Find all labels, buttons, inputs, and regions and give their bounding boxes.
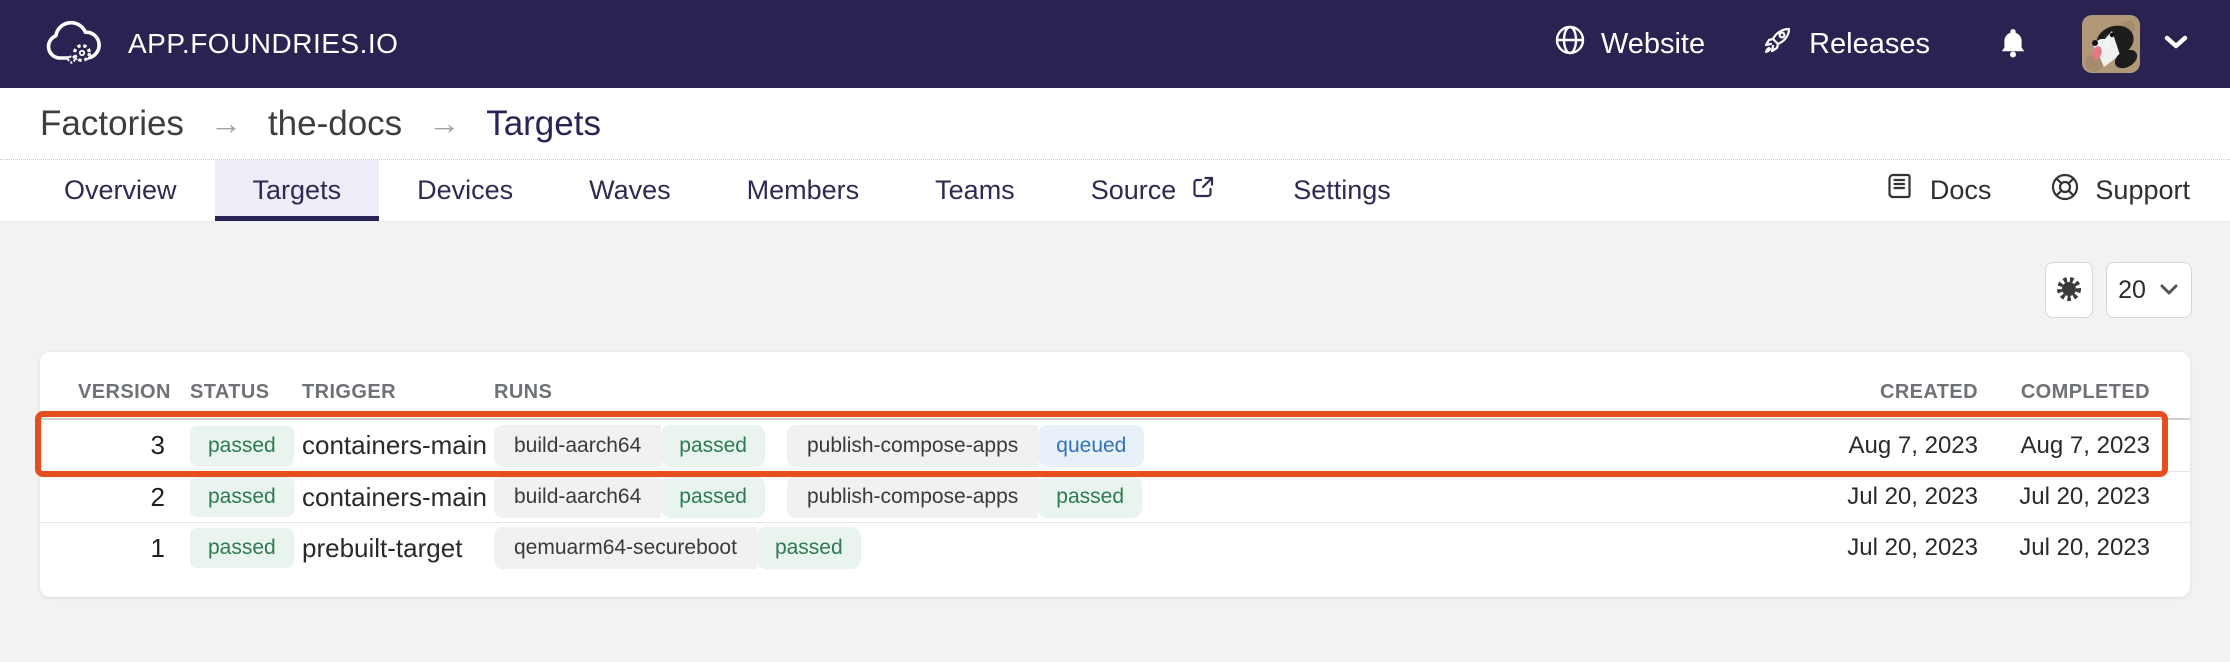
version-cell: 1 — [78, 533, 190, 564]
completed-cell: Aug 7, 2023 — [1978, 432, 2150, 460]
notifications-button[interactable] — [1996, 25, 2030, 64]
version-cell: 2 — [78, 482, 190, 513]
list-toolbar: 20 — [2045, 262, 2192, 318]
bell-icon — [1996, 25, 2030, 64]
runs-cell: build-aarch64 passed publish-compose-app… — [490, 476, 1818, 518]
run-status-badge: passed — [1038, 476, 1142, 518]
docs-label: Docs — [1930, 175, 1992, 206]
status-badge: passed — [190, 528, 294, 568]
navbar-right: Website Releases — [1553, 15, 2190, 73]
breadcrumb-item-the-docs[interactable]: the-docs — [268, 104, 402, 144]
support-button[interactable]: Support — [2049, 171, 2190, 210]
breadcrumb-separator-icon: → — [428, 105, 460, 142]
run-status-badge: queued — [1038, 425, 1144, 467]
run-status-badge: passed — [757, 527, 861, 569]
website-link[interactable]: Website — [1553, 23, 1705, 65]
tab-label: Waves — [589, 175, 671, 206]
top-navbar: APP.FOUNDRIES.IO Website — [0, 0, 2230, 88]
tab-label: Targets — [253, 175, 342, 206]
tab-label: Devices — [417, 175, 513, 206]
run-chip[interactable]: publish-compose-apps queued — [787, 425, 1144, 467]
docs-button[interactable]: Docs — [1884, 171, 1992, 210]
user-menu-chevron-icon[interactable] — [2162, 32, 2190, 57]
rocket-icon — [1761, 23, 1795, 65]
table-row-version-3[interactable]: 3 passed containers-main build-aarch64 p… — [40, 420, 2190, 471]
tab-actions: Docs Support — [1884, 160, 2190, 221]
status-badge: passed — [190, 426, 294, 466]
user-avatar[interactable] — [2082, 15, 2140, 73]
run-chip[interactable]: build-aarch64 passed — [494, 476, 765, 518]
run-chip[interactable]: publish-compose-apps passed — [787, 476, 1142, 518]
tab-source[interactable]: Source — [1053, 160, 1256, 221]
tab-targets[interactable]: Targets — [215, 160, 380, 221]
brand-title: APP.FOUNDRIES.IO — [128, 28, 398, 60]
run-name: qemuarm64-secureboot — [494, 527, 757, 569]
created-cell: Jul 20, 2023 — [1818, 483, 1978, 511]
book-icon — [1884, 171, 1916, 210]
targets-card: VERSION STATUS TRIGGER RUNS CREATED COMP… — [40, 352, 2190, 597]
completed-cell: Jul 20, 2023 — [1978, 534, 2150, 562]
breadcrumb-item-targets: Targets — [486, 104, 601, 144]
trigger-column-header: TRIGGER — [302, 381, 490, 404]
run-name: publish-compose-apps — [787, 476, 1038, 518]
table-row-version-2[interactable]: 2 passed containers-main build-aarch64 p… — [40, 471, 2190, 522]
completed-column-header: COMPLETED — [1978, 381, 2150, 404]
table-body: 3 passed containers-main build-aarch64 p… — [40, 420, 2190, 573]
tab-label: Source — [1091, 175, 1177, 206]
runs-cell: build-aarch64 passed publish-compose-app… — [490, 425, 1818, 467]
run-status-badge: passed — [661, 425, 765, 467]
globe-icon — [1553, 23, 1587, 65]
tab-devices[interactable]: Devices — [379, 160, 551, 221]
tab-teams[interactable]: Teams — [897, 160, 1053, 221]
avatar-image — [2082, 15, 2140, 73]
run-name: build-aarch64 — [494, 425, 661, 467]
breadcrumb-separator-icon: → — [210, 105, 242, 142]
breadcrumb-item-factories[interactable]: Factories — [40, 104, 184, 144]
filter-button[interactable] — [2045, 262, 2093, 318]
page-size-value: 20 — [2118, 276, 2146, 305]
created-cell: Jul 20, 2023 — [1818, 534, 1978, 562]
run-status-badge: passed — [661, 476, 765, 518]
website-label: Website — [1601, 28, 1705, 61]
releases-link[interactable]: Releases — [1761, 23, 1930, 65]
created-cell: Aug 7, 2023 — [1818, 432, 1978, 460]
tab-label: Teams — [935, 175, 1015, 206]
tab-label: Overview — [64, 175, 177, 206]
table-header-row: VERSION STATUS TRIGGER RUNS CREATED COMP… — [40, 352, 2190, 420]
status-column-header: STATUS — [190, 381, 302, 404]
tab-overview[interactable]: Overview — [26, 160, 215, 221]
support-label: Support — [2095, 175, 2190, 206]
created-column-header: CREATED — [1818, 381, 1978, 404]
tab-label: Settings — [1293, 175, 1391, 206]
gear-icon — [2054, 274, 2084, 307]
tab-waves[interactable]: Waves — [551, 160, 709, 221]
tab-label: Members — [747, 175, 860, 206]
status-badge: passed — [190, 477, 294, 517]
trigger-cell: containers-main — [302, 430, 490, 461]
breadcrumb: Factories → the-docs → Targets — [0, 88, 2230, 160]
tab-settings[interactable]: Settings — [1255, 160, 1429, 221]
external-link-icon — [1190, 174, 1217, 208]
version-cell: 3 — [78, 430, 190, 461]
run-name: publish-compose-apps — [787, 425, 1038, 467]
completed-cell: Jul 20, 2023 — [1978, 483, 2150, 511]
chevron-down-icon — [2158, 276, 2180, 305]
version-column-header: VERSION — [78, 381, 190, 404]
foundries-cloud-logo-icon — [40, 16, 108, 73]
runs-column-header: RUNS — [490, 381, 1818, 404]
table-row-version-1[interactable]: 1 passed prebuilt-target qemuarm64-secur… — [40, 522, 2190, 573]
trigger-cell: containers-main — [302, 482, 490, 513]
tab-members[interactable]: Members — [709, 160, 898, 221]
page-size-select[interactable]: 20 — [2106, 262, 2192, 318]
life-ring-icon — [2049, 171, 2081, 210]
trigger-cell: prebuilt-target — [302, 533, 490, 564]
run-chip[interactable]: qemuarm64-secureboot passed — [494, 527, 861, 569]
tabs-bar: Overview Targets Devices Waves Members T… — [0, 160, 2230, 222]
runs-cell: qemuarm64-secureboot passed — [490, 527, 1818, 569]
brand-home-link[interactable]: APP.FOUNDRIES.IO — [40, 16, 398, 73]
run-name: build-aarch64 — [494, 476, 661, 518]
run-chip[interactable]: build-aarch64 passed — [494, 425, 765, 467]
targets-page-content: 20 VERSION STATUS TRIGGER RUNS CREATED C… — [0, 222, 2230, 662]
releases-label: Releases — [1809, 28, 1930, 61]
